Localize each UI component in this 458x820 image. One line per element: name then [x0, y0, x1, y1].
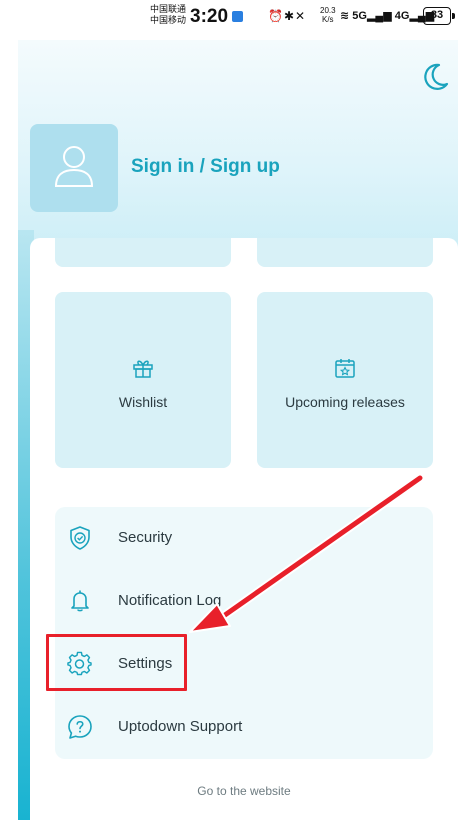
battery-indicator: 83	[423, 7, 455, 25]
network-speed: 20.3 K/s	[320, 6, 336, 24]
signal-4g: 4G	[394, 10, 410, 22]
carrier-2: 中国移动	[150, 15, 187, 25]
upcoming-releases-label: Upcoming releases	[285, 394, 405, 410]
menu-item-notification-log[interactable]: Notification Log	[55, 576, 433, 626]
status-bar: 中国联通 中国移动 3:20 ⏰✱✕ 20.3 K/s ≋ 5G▂▄▆ 4G▂▄…	[0, 0, 458, 36]
upcoming-releases-tile[interactable]: Upcoming releases	[257, 292, 433, 468]
user-icon	[54, 146, 94, 187]
alarm-off-icon: ⏰	[268, 9, 284, 23]
bell-icon	[71, 590, 89, 612]
profile-header: Sign in / Sign up	[18, 40, 458, 270]
calendar-star-icon	[335, 359, 355, 378]
network-speed-unit: K/s	[322, 15, 334, 24]
go-to-website-link[interactable]: Go to the website	[0, 784, 458, 798]
wishlist-label: Wishlist	[118, 394, 168, 410]
bluetooth-icon: ✱	[283, 9, 296, 23]
wifi-icon: ≋	[340, 10, 350, 22]
annotation-highlight-box	[46, 634, 187, 691]
status-icons: ⏰✱✕	[268, 9, 306, 23]
menu-label-notification-log: Notification Log	[118, 592, 222, 609]
app-notification-icon	[232, 11, 243, 22]
help-icon	[68, 715, 92, 739]
sign-in-link[interactable]: Sign in / Sign up	[131, 156, 280, 178]
wishlist-tile[interactable]: Wishlist	[55, 292, 231, 468]
signal-bars-icon: ▂▄▆	[366, 10, 392, 22]
moon-icon[interactable]	[420, 62, 450, 92]
avatar[interactable]	[30, 124, 118, 212]
signal-5g: 5G	[352, 10, 367, 22]
menu-label-support: Uptodown Support	[118, 718, 243, 735]
network-speed-value: 20.3	[320, 6, 336, 15]
gift-icon	[133, 360, 153, 378]
settings-menu-card: Security Notification Log Settings Uptod…	[55, 507, 433, 759]
status-time: 3:20	[190, 6, 229, 27]
carrier-names: 中国联通 中国移动	[150, 4, 186, 26]
menu-item-support[interactable]: Uptodown Support	[55, 702, 433, 752]
network-signals: ≋ 5G▂▄▆ 4G▂▄▆	[340, 9, 434, 22]
tile-partial-right[interactable]	[257, 238, 433, 267]
shield-check-icon	[70, 526, 90, 550]
mute-icon: ✕	[295, 9, 307, 23]
menu-label-security: Security	[118, 529, 173, 546]
tile-partial-left[interactable]	[55, 238, 231, 267]
menu-item-security[interactable]: Security	[55, 513, 433, 563]
carrier-1: 中国联通	[150, 4, 187, 14]
